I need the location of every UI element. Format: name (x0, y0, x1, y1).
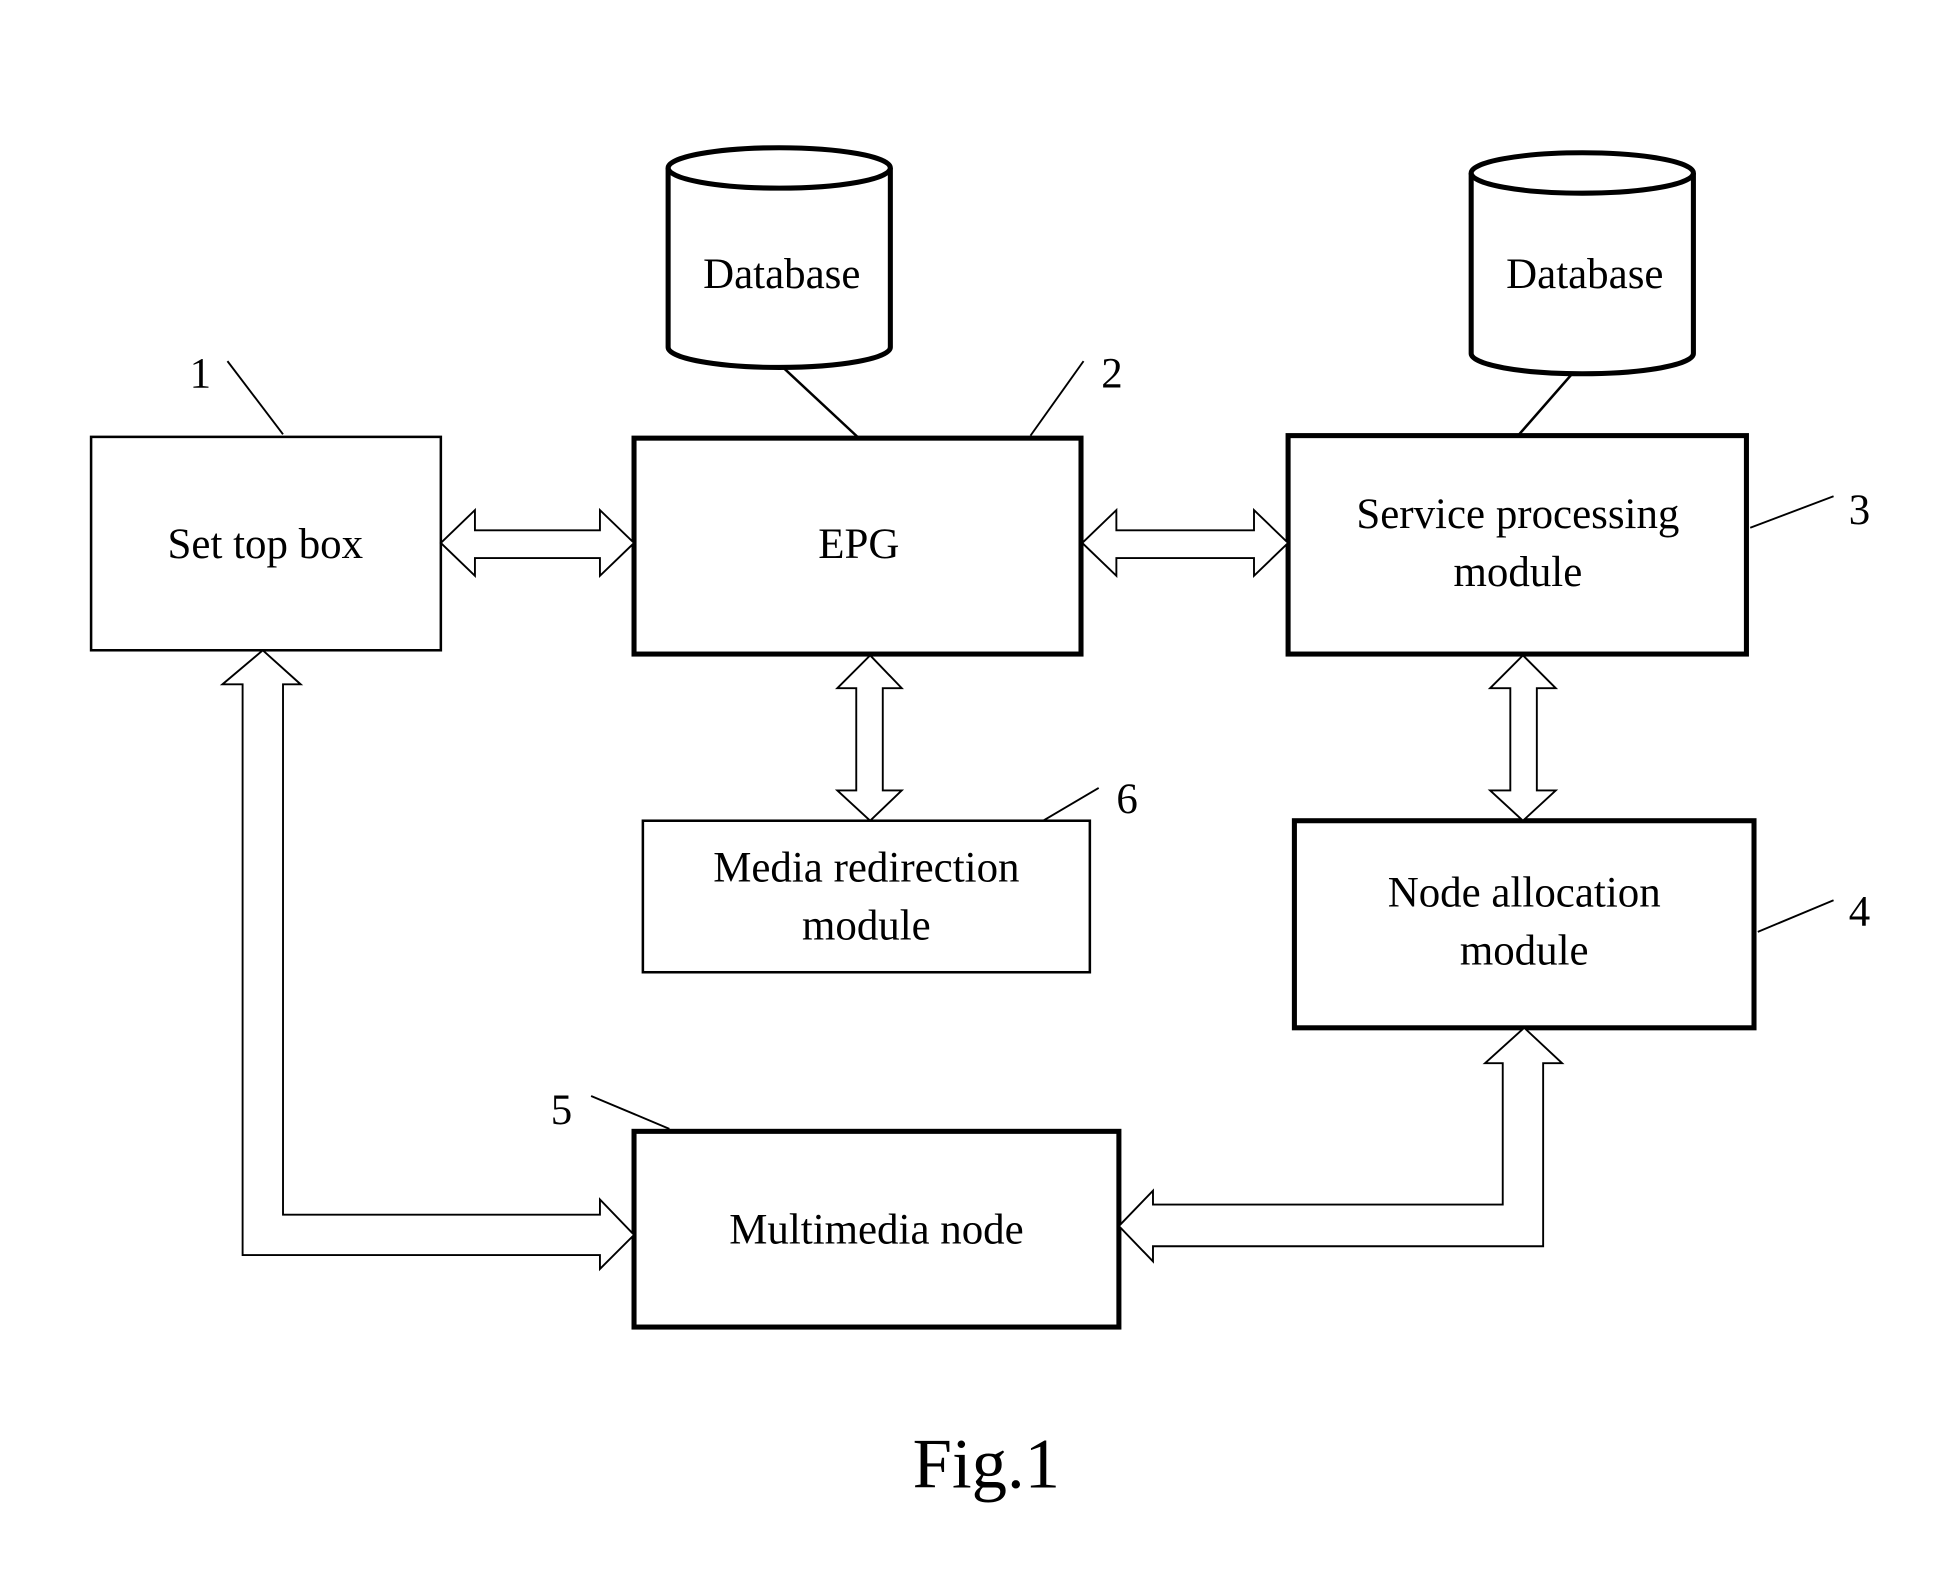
double-arrow-stb-multimedia (219, 649, 636, 1272)
double-arrow-stb-epg (439, 507, 636, 578)
leader-line-3 (1749, 495, 1834, 529)
epg-label: EPG (818, 521, 899, 568)
ref-number-3: 3 (1849, 487, 1870, 534)
ref-number-1: 1 (190, 351, 211, 398)
db-epg-link (782, 366, 859, 438)
double-arrow-service-node (1487, 653, 1559, 823)
leader-line-1 (226, 360, 284, 435)
block-diagram: Database Database Set top box 1 EPG 2 Se… (89, 145, 1870, 1503)
leader-line-2 (1029, 360, 1085, 437)
ref-number-4: 4 (1849, 889, 1870, 936)
media-redirection-label-line2: module (802, 902, 931, 949)
database-label: Database (703, 251, 860, 298)
service-processing-block (1285, 433, 1749, 657)
ref-number-5: 5 (551, 1087, 572, 1134)
leader-line-6 (1042, 787, 1100, 822)
ref-number-2: 2 (1101, 351, 1122, 398)
leader-line-5 (590, 1095, 670, 1130)
node-allocation-label-line2: module (1460, 928, 1589, 975)
database-epg: Database (665, 145, 893, 370)
set-top-box-label: Set top box (168, 521, 364, 568)
double-arrow-epg-media (834, 653, 905, 823)
database-label: Database (1506, 251, 1663, 298)
leader-line-4 (1757, 899, 1834, 933)
media-redirection-label-line1: Media redirection (713, 844, 1019, 891)
db-service-link (1518, 372, 1574, 436)
double-arrow-epg-service (1080, 507, 1290, 578)
multimedia-node-label: Multimedia node (729, 1207, 1023, 1254)
figure-caption: Fig.1 (913, 1425, 1060, 1503)
database-service: Database (1468, 150, 1696, 377)
service-processing-label-line1: Service processing (1356, 491, 1679, 538)
database-cylinder-icon (1468, 150, 1696, 196)
ref-number-6: 6 (1116, 776, 1137, 823)
database-cylinder-icon (665, 145, 893, 191)
service-processing-label-line2: module (1454, 549, 1583, 596)
node-allocation-label-line1: Node allocation (1388, 870, 1661, 917)
double-arrow-node-multimedia (1117, 1026, 1565, 1264)
node-allocation-block (1291, 818, 1757, 1031)
